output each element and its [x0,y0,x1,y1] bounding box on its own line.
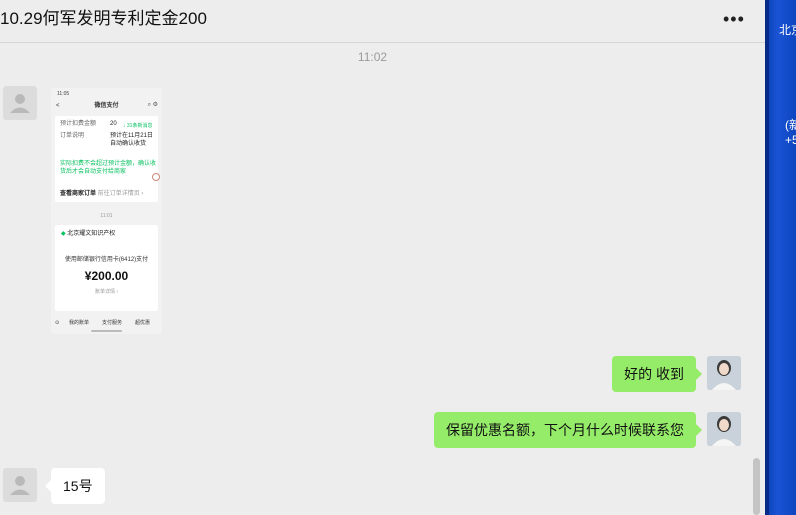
order-card: 预计扣费金额 20 ↓ 31条新消息 订单说明 预计在11月21日自动确认收货 … [55,116,158,202]
window-edge [765,0,769,515]
more-options-icon[interactable]: ••• [723,8,744,30]
scrollbar-thumb[interactable] [753,458,760,515]
message-bubble-received[interactable]: 15号 [45,468,105,504]
desktop-label: 北京 [779,23,796,37]
view-order-link: 查看商家订单 前往订单详情页 › [60,190,143,198]
screenshot-tabbar: ⊙ 我的账单 支付服务 超优惠 [51,316,162,328]
tab-pay-services: 支付服务 [102,320,123,326]
tab-my-bills: 我的账单 [69,320,90,326]
my-avatar[interactable] [707,412,741,446]
pay-amount: ¥200.00 [84,269,129,283]
payment-card: ◆ 北京耀文知识产权 使用邮储银行信用卡(6412)支付 ¥200.00 账单详… [55,225,158,311]
order-label: 订单说明 [60,133,85,139]
screenshot-nav: < 微信支付 ⌕ ⚙ [51,100,162,112]
contact-avatar[interactable] [3,86,37,120]
order-notice: 实际扣费不会超过预计金额，确认收货后才会自动支付给商家 [60,161,157,175]
desktop-label: (新 [785,118,796,132]
bill-detail-link: 账单详情 › [94,289,119,295]
time-divider: 11:02 [357,50,388,64]
desktop-label: +5 [785,133,796,147]
screenshot-time-mid: 11:01 [100,213,113,219]
pay-method: 使用邮储银行信用卡(6412)支付 [64,257,149,263]
my-avatar[interactable] [707,356,741,390]
user-photo-avatar-icon [707,412,741,446]
screenshot-status-time: 11:05 [57,91,70,97]
view-order-hint: 前往订单详情页 › [97,191,144,197]
shield-icon: ◆ [61,231,66,237]
floating-icon [152,173,160,181]
screenshot-page-title: 微信支付 [94,103,119,109]
view-order-label: 查看商家订单 [60,191,97,197]
search-gear-icons: ⌕ ⚙ [147,102,158,108]
default-avatar-icon [10,94,30,113]
desktop-background: 北京 (新 +5 [765,0,796,515]
user-photo-avatar-icon [707,356,741,390]
message-bubble-sent[interactable]: 好的 收到 [612,356,702,392]
tab-super-deals: 超优惠 [135,320,151,326]
home-indicator [91,330,122,332]
fee-label: 预计扣费金额 [60,121,97,127]
contact-avatar[interactable] [3,468,37,502]
order-value: 预计在11月21日自动确认收货 [110,133,153,147]
chat-window: 10.29何军发明专利定金200 ••• 11:02 11:05 < 微信支付 … [0,0,765,515]
default-avatar-icon [10,476,30,495]
settings-icon: ⊙ [55,320,60,326]
merchant-row: ◆ 北京耀文知识产权 [61,230,115,238]
chat-title: 10.29何军发明专利定金200 [0,9,207,28]
new-messages-badge: ↓ 31条新消息 [123,123,153,129]
message-bubble-sent[interactable]: 保留优惠名额，下个月什么时候联系您 [434,412,702,448]
chat-header: 10.29何军发明专利定金200 ••• [0,0,765,43]
merchant-name: 北京耀文知识产权 [67,231,116,237]
image-message-payment-screenshot[interactable]: 11:05 < 微信支付 ⌕ ⚙ 预计扣费金额 20 ↓ 31条新消息 订单说明… [51,88,162,334]
